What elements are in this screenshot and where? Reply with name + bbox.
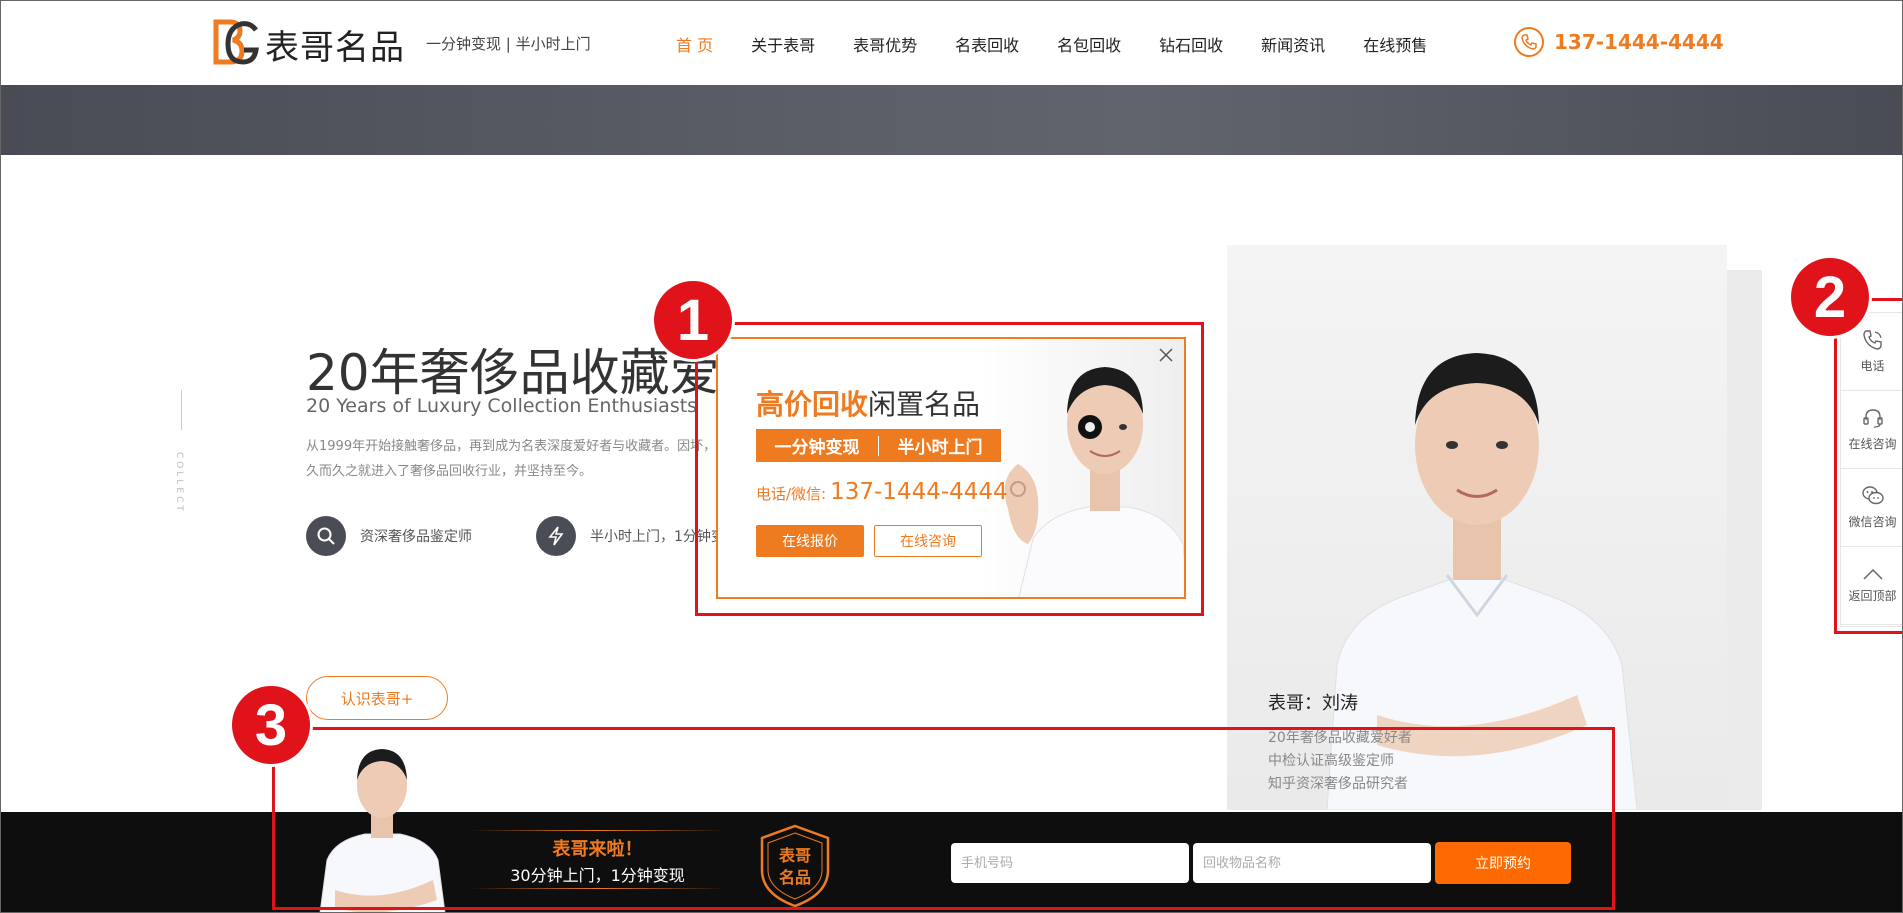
feature-label: 资深奢侈品鉴定师 bbox=[360, 529, 472, 545]
annotation-box-2 bbox=[1834, 298, 1903, 634]
annotation-badge-3: 3 bbox=[229, 683, 313, 767]
nav-item-advantages[interactable]: 表哥优势 bbox=[853, 32, 917, 56]
nav-item-news[interactable]: 新闻资讯 bbox=[1261, 32, 1325, 56]
about-description: 从1999年开始接触奢侈品，再到成为名表深度爱好者与收藏者。因坏，久而久之就进入… bbox=[306, 439, 717, 479]
nav-item-about[interactable]: 关于表哥 bbox=[751, 32, 815, 56]
logo-mark-icon bbox=[213, 19, 259, 65]
nav-item-bag-recycle[interactable]: 名包回收 bbox=[1057, 32, 1121, 56]
nav-item-watch-recycle[interactable]: 名表回收 bbox=[955, 32, 1019, 56]
logo-text: 表哥名品 bbox=[265, 28, 405, 68]
phone-icon bbox=[1514, 27, 1544, 57]
header-slogan: 一分钟变现 | 半小时上门 bbox=[426, 35, 591, 53]
nav-item-home[interactable]: 首 页 bbox=[676, 32, 713, 56]
annotation-box-1 bbox=[695, 322, 1204, 616]
annotation-badge-2: 2 bbox=[1788, 255, 1872, 339]
annotation-badge-1: 1 bbox=[651, 278, 735, 362]
side-vertical-text: COLLECT bbox=[174, 452, 184, 514]
profile-name: 表哥：刘涛 bbox=[1268, 693, 1358, 714]
person-illustration bbox=[1326, 353, 1638, 810]
main-nav: 首 页 关于表哥 表哥优势 名表回收 名包回收 钻石回收 新闻资讯 在线预售 bbox=[676, 32, 1465, 56]
site-header: 表哥名品 一分钟变现 | 半小时上门 首 页 关于表哥 表哥优势 名表回收 名包… bbox=[0, 0, 1903, 85]
profile-photo bbox=[1227, 245, 1727, 810]
feature-appraiser: 资深奢侈品鉴定师 bbox=[306, 516, 472, 556]
search-icon bbox=[306, 516, 346, 556]
hero-banner bbox=[0, 85, 1903, 155]
about-subtitle: 20 Years of Luxury Collection Enthusiast… bbox=[306, 395, 698, 417]
nav-item-diamond-recycle[interactable]: 钻石回收 bbox=[1159, 32, 1223, 56]
nav-item-presale[interactable]: 在线预售 bbox=[1363, 32, 1427, 56]
site-logo[interactable]: 表哥名品 bbox=[210, 18, 410, 68]
header-phone-number: 137-1444-4444 bbox=[1554, 30, 1724, 54]
side-divider bbox=[181, 390, 182, 430]
lightning-icon bbox=[536, 516, 576, 556]
header-phone[interactable]: 137-1444-4444 bbox=[1514, 27, 1724, 57]
know-biaoge-button[interactable]: 认识表哥+ bbox=[306, 676, 448, 720]
annotation-box-3 bbox=[272, 727, 1615, 910]
